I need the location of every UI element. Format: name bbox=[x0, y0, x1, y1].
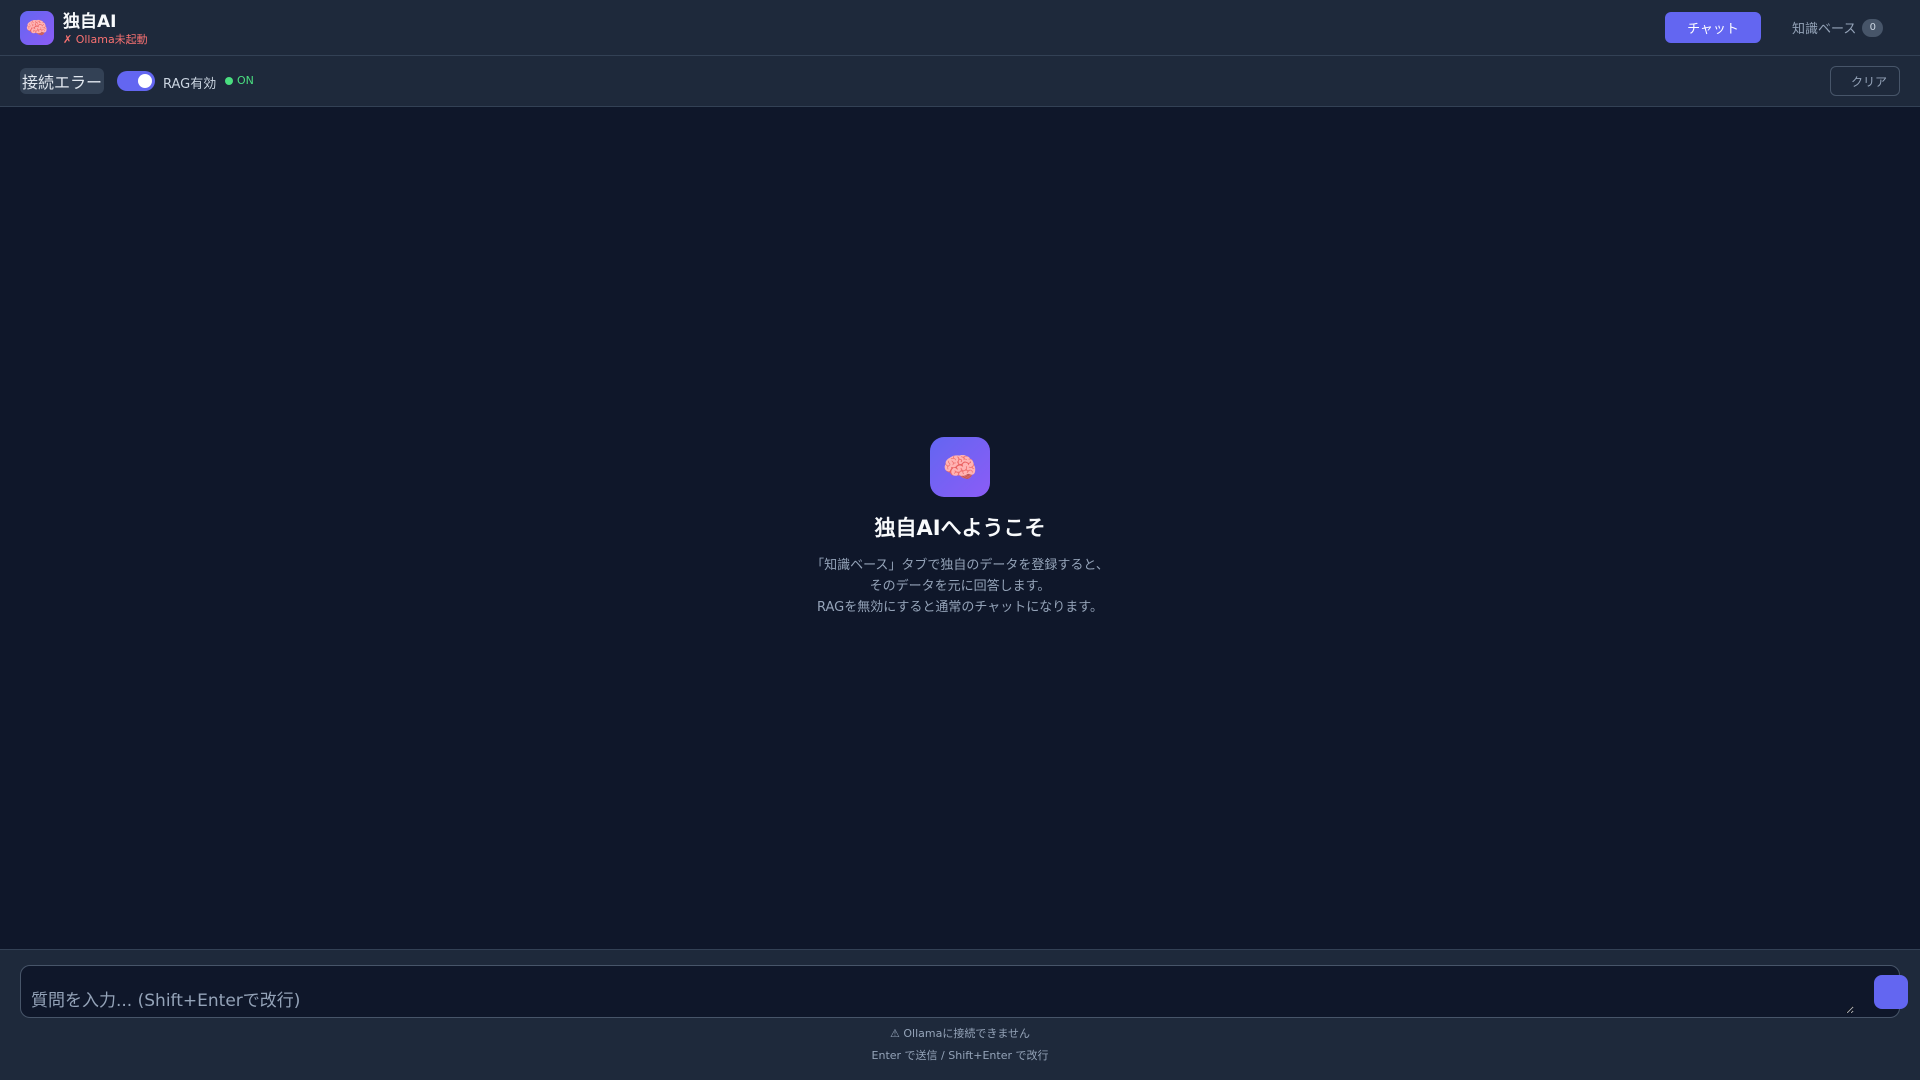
tab-chat-label: チャット bbox=[1687, 22, 1739, 37]
send-button[interactable] bbox=[1874, 975, 1908, 1009]
message-input-box bbox=[20, 965, 1908, 1018]
status-dot-icon bbox=[225, 76, 233, 85]
rag-toggle[interactable] bbox=[117, 71, 155, 91]
clear-button-label: クリア bbox=[1850, 74, 1887, 89]
brain-icon: 🧠 bbox=[942, 450, 978, 484]
tab-knowledge-base[interactable]: 知識ベース 0 bbox=[1780, 12, 1895, 43]
toggle-knob bbox=[138, 74, 152, 88]
message-input[interactable] bbox=[31, 976, 1854, 1014]
rag-label: RAG有効 bbox=[163, 77, 217, 92]
ollama-status: ✗ Ollama未起動 bbox=[63, 33, 148, 46]
chat-area: 🧠 独自AIへようこそ 「知識ベース」タブで独自のデータを登録すると、 そのデー… bbox=[0, 107, 1920, 949]
clear-button[interactable]: クリア bbox=[1830, 66, 1900, 96]
connection-warning: ⚠ Ollamaに接続できません bbox=[890, 1027, 1030, 1040]
tab-knowledge-base-label: 知識ベース bbox=[1792, 22, 1857, 37]
rag-state-indicator: ON bbox=[225, 74, 254, 87]
welcome-title: 独自AIへようこそ bbox=[874, 516, 1046, 540]
tab-chat[interactable]: チャット bbox=[1665, 12, 1761, 43]
welcome-line: そのデータを元に回答します。 bbox=[869, 579, 1051, 594]
welcome-description: 「知識ベース」タブで独自のデータを登録すると、 そのデータを元に回答します。 R… bbox=[0, 555, 1920, 618]
keyboard-hint: Enter で送信 / Shift+Enter で改行 bbox=[871, 1049, 1049, 1062]
welcome-line: 「知識ベース」タブで独自のデータを登録すると、 bbox=[811, 558, 1109, 573]
brain-icon: 🧠 bbox=[25, 17, 49, 39]
app-header: 🧠 独自AI ✗ Ollama未起動 チャット 知識ベース 0 bbox=[0, 0, 1920, 56]
welcome-logo: 🧠 bbox=[930, 437, 990, 497]
composer: ⚠ Ollamaに接続できません Enter で送信 / Shift+Enter… bbox=[0, 949, 1920, 1080]
chat-toolbar: 接続エラー RAG有効 ON クリア bbox=[0, 56, 1920, 107]
welcome-line: RAGを無効にすると通常のチャットになります。 bbox=[817, 600, 1103, 615]
app-title: 独自AI bbox=[63, 12, 117, 32]
rag-state-text: ON bbox=[237, 74, 254, 87]
connection-status-select[interactable]: 接続エラー bbox=[20, 68, 105, 94]
app-logo: 🧠 bbox=[20, 11, 54, 45]
knowledge-count-badge: 0 bbox=[1862, 18, 1884, 37]
